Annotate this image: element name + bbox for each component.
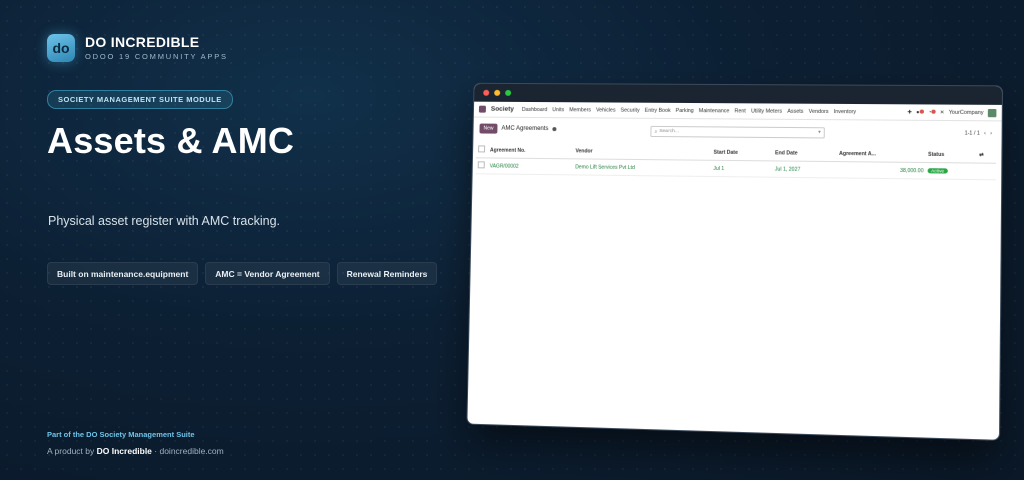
previous-icon[interactable]: ‹ <box>984 131 986 137</box>
end-date-cell[interactable]: Jul 1, 2027 <box>772 160 837 178</box>
start-date-cell[interactable]: Jul 1 <box>711 160 773 178</box>
brand-logo: do <box>47 34 75 62</box>
search-input[interactable]: ⌕ Search... ▾ <box>650 125 825 139</box>
footer-product-brand: DO Incredible <box>96 446 152 456</box>
app-name[interactable]: Society <box>491 106 514 113</box>
column-header[interactable]: Vendor <box>573 143 712 161</box>
column-header[interactable]: Start Date <box>711 144 774 161</box>
column-header[interactable]: Agreement A... <box>836 145 927 163</box>
footer-product-suffix: · doincredible.com <box>154 446 224 456</box>
status-cell[interactable]: Active <box>925 162 977 180</box>
app-window: Society Dashboard Units Members Vehicles… <box>466 82 1004 441</box>
menu-item[interactable]: Utility Meters <box>751 108 782 114</box>
status-badge: Active <box>927 167 948 174</box>
row-select-cell <box>475 157 488 174</box>
page-title: Assets & AMC <box>47 120 295 161</box>
footer-product-prefix: A product by <box>47 446 95 456</box>
vendor-cell[interactable]: Demo Lift Services Pvt Ltd <box>572 158 712 177</box>
avatar[interactable] <box>987 108 997 117</box>
menu-item[interactable]: Dashboard <box>522 106 548 112</box>
tools-icon[interactable]: ✕ <box>940 109 945 115</box>
new-button[interactable]: New <box>479 123 498 134</box>
menu-item[interactable]: Entry Book <box>645 107 671 113</box>
brand: do DO INCREDIBLE ODOO 19 COMMUNITY APPS <box>47 34 228 62</box>
next-icon[interactable]: › <box>990 131 992 137</box>
feature-chip: AMC = Vendor Agreement <box>205 262 330 285</box>
row-checkbox[interactable] <box>477 161 485 169</box>
brand-subtitle: ODOO 19 COMMUNITY APPS <box>85 52 228 61</box>
menu-item[interactable]: Parking <box>676 107 694 113</box>
notification-badge <box>919 109 924 114</box>
menu-item[interactable]: Inventory <box>834 108 856 114</box>
close-dot-icon[interactable] <box>483 89 490 96</box>
footer-suite: Part of the DO Society Management Suite <box>47 430 195 439</box>
view-title: AMC Agreements <box>501 125 549 133</box>
menu-item[interactable]: Maintenance <box>699 108 730 114</box>
column-options-icon[interactable]: ⇄ <box>976 147 997 164</box>
module-pill: SOCIETY MANAGEMENT SUITE MODULE <box>47 90 233 109</box>
dropdown-toggle-icon[interactable]: ▾ <box>818 130 821 135</box>
maximize-dot-icon[interactable] <box>505 89 512 96</box>
search-icon: ⌕ <box>654 129 658 135</box>
navbar-right: ✚ ● ◔ ✕ YourCompany <box>907 108 997 117</box>
feature-chip: Built on maintenance.equipment <box>47 262 199 285</box>
column-header[interactable]: Agreement No. <box>487 142 574 159</box>
menu-item[interactable]: Units <box>552 107 564 113</box>
chat-icon[interactable]: ● <box>916 109 924 115</box>
select-all-cell <box>475 142 489 158</box>
pager: 1-1 / 1 ‹ › <box>965 130 992 136</box>
feature-chips: Built on maintenance.equipment AMC = Ven… <box>47 262 438 285</box>
amount-cell[interactable]: 38,000.00 <box>836 161 926 179</box>
app-window-wrap: Society Dashboard Units Members Vehicles… <box>466 82 1004 441</box>
column-header[interactable]: End Date <box>772 145 838 162</box>
select-all-checkbox[interactable] <box>478 145 486 153</box>
gear-icon[interactable] <box>552 127 557 132</box>
add-icon[interactable]: ✚ <box>907 109 912 115</box>
brand-name: DO INCREDIBLE <box>85 34 200 50</box>
column-header[interactable]: Status <box>925 146 978 164</box>
pager-value[interactable]: 1-1 / 1 <box>965 130 980 136</box>
menu-item[interactable]: Security <box>621 107 640 113</box>
agreement-no-cell[interactable]: VAGR/00002 <box>487 157 574 175</box>
company-name[interactable]: YourCompany <box>949 109 984 115</box>
feature-chip: Renewal Reminders <box>336 262 438 285</box>
clock-icon[interactable]: ◔ <box>928 109 936 115</box>
menu-item[interactable]: Vendors <box>809 108 829 114</box>
search-placeholder: Search... <box>659 128 679 135</box>
app-icon[interactable] <box>478 105 486 113</box>
footer-product: A product by DO Incredible · doincredibl… <box>47 446 224 456</box>
menu-item[interactable]: Vehicles <box>596 107 616 113</box>
row-end-cell <box>976 163 996 180</box>
notification-badge <box>931 109 936 114</box>
agreements-table: Agreement No. Vendor Start Date End Date… <box>475 142 997 180</box>
minimize-dot-icon[interactable] <box>494 89 501 96</box>
menu-item[interactable]: Rent <box>734 108 745 114</box>
menu-item[interactable]: Assets <box>787 108 803 114</box>
menu-item[interactable]: Members <box>569 107 591 113</box>
page-subtitle: Physical asset register with AMC trackin… <box>48 214 281 228</box>
